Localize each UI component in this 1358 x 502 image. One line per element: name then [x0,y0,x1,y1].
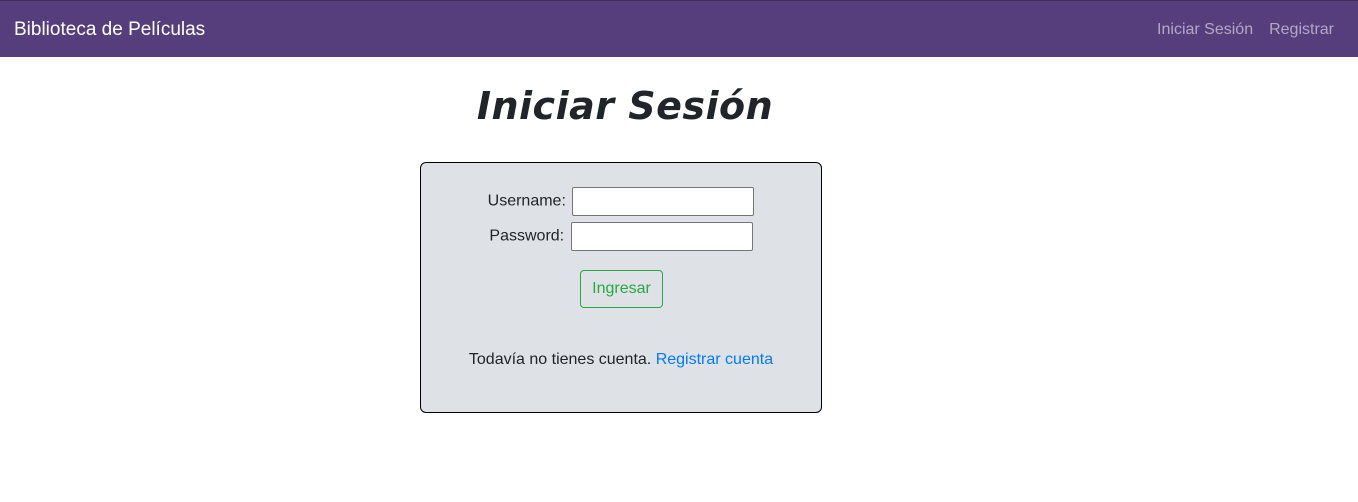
page-title: Iniciar Sesión [476,84,774,128]
username-input[interactable] [572,187,755,216]
submit-button[interactable]: Ingresar [580,270,663,308]
nav-links: Iniciar Sesión Registrar [1157,21,1334,39]
username-row: Username: [421,187,821,216]
nav-link-login[interactable]: Iniciar Sesión [1157,21,1253,39]
password-label: Password: [489,227,565,245]
password-row: Password: [421,222,821,251]
username-label: Username: [487,192,566,210]
login-card: Username: Password: Ingresar Todavía no … [420,162,822,413]
password-input[interactable] [570,222,753,251]
no-account-text: Todavía no tienes cuenta. [468,351,652,368]
register-account-link[interactable]: Registrar cuenta [656,351,773,368]
register-prompt: Todavía no tienes cuenta. Registrar cuen… [421,351,821,369]
navbar: Biblioteca de Películas Iniciar Sesión R… [0,0,1358,57]
brand-link[interactable]: Biblioteca de Películas [14,19,205,41]
nav-link-register[interactable]: Registrar [1269,21,1334,39]
